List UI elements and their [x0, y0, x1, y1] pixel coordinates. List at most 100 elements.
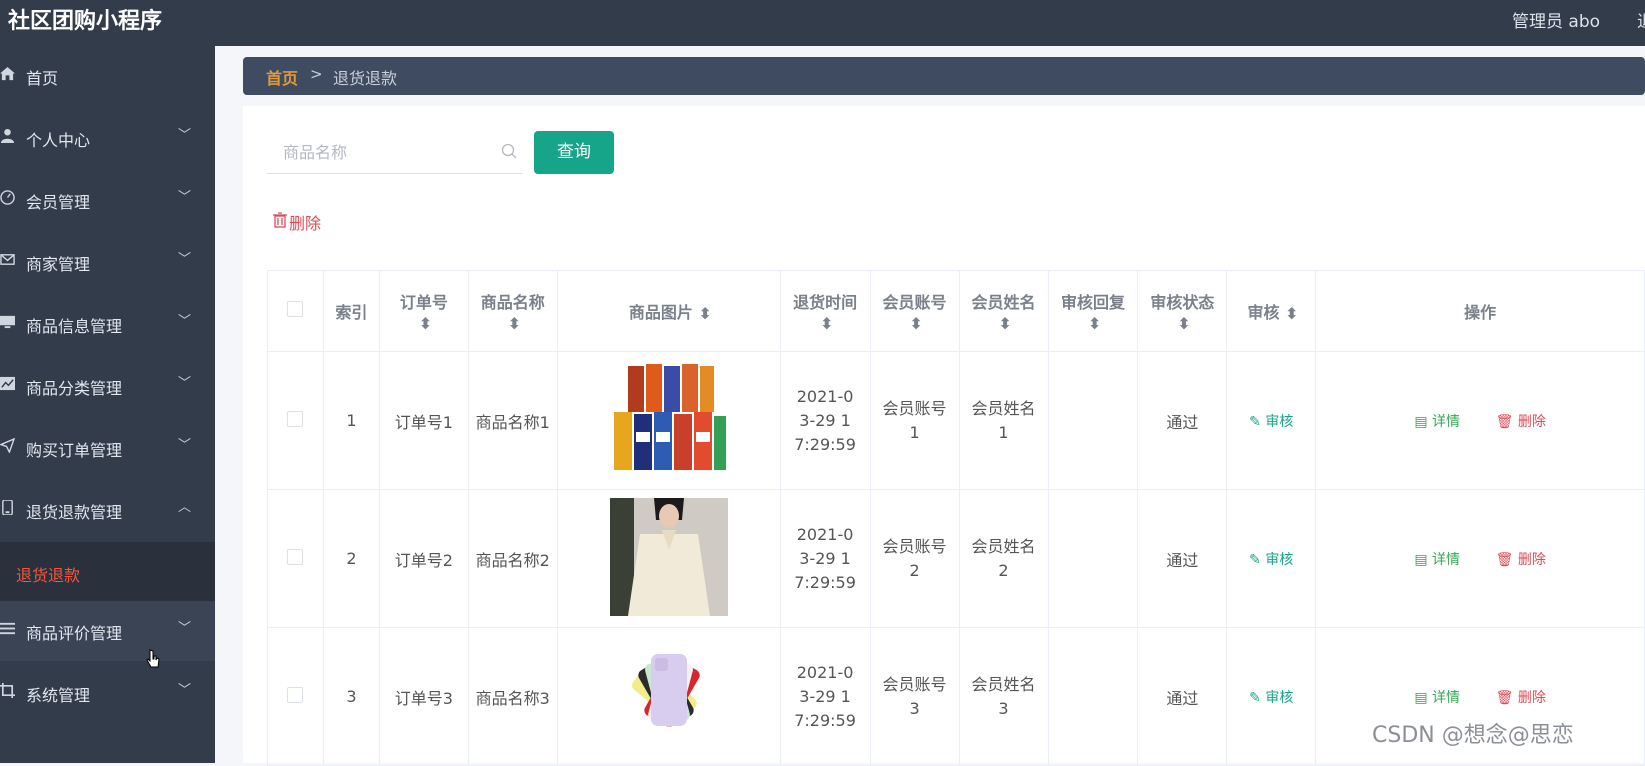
detail-button[interactable]: ▤ 详情 [1414, 414, 1460, 430]
top-bar: 社区团购小程序 管理员 abo 退 [0, 0, 1645, 46]
delete-button[interactable]: 🗑 删除 [1496, 414, 1546, 430]
cell-image [556, 627, 781, 766]
audit-button[interactable]: ✎ 审核 [1249, 552, 1293, 568]
product-image-snacks [610, 360, 728, 478]
refund-table: 索引 订单号 ⬍ 商品名称 ⬍ 商品图片 ⬍ 退货时间 ⬍ 会员账号 ⬍ 会员姓名 ⬍ 审… [267, 270, 1645, 766]
detail-label: 详情 [1432, 689, 1461, 706]
submenu-item-label: 退货退款 [16, 566, 81, 585]
watermark: CSDN @想念@思恋 [1372, 723, 1574, 748]
sidebar-item-label: 购买订单管理 [26, 441, 123, 460]
sidebar-item-product-category[interactable]: 商品分类管理 ﹀ [0, 356, 215, 416]
cell-account: 会员账号3 [869, 627, 960, 766]
trash-icon [273, 212, 289, 230]
sidebar-item-personal[interactable]: 个人中心 ﹀ [0, 108, 215, 168]
sidebar-item-home[interactable]: 首页 [0, 46, 215, 106]
header-order[interactable]: 订单号 ⬍ [378, 270, 469, 352]
header-reply[interactable]: 审核回复 ⬍ [1047, 270, 1139, 352]
sort-icon[interactable]: ⬍ [910, 314, 923, 333]
sidebar-item-orders[interactable]: 购买订单管理 ﹀ [0, 418, 215, 478]
chevron-down-icon: ﹀ [178, 683, 192, 698]
cell-audit: ✎ 审核 [1226, 351, 1317, 490]
submenu-item-refund[interactable]: 退货退款 [0, 542, 215, 602]
header-index: 索引 [322, 270, 380, 352]
header-name[interactable]: 商品名称 ⬍ [467, 270, 558, 352]
batch-delete-label: 删除 [289, 214, 322, 233]
sidebar-item-members[interactable]: 会员管理 ﹀ [0, 170, 215, 230]
sidebar-item-product-info[interactable]: 商品信息管理 ﹀ [0, 294, 215, 354]
admin-user[interactable]: 管理员 abo [1512, 7, 1600, 32]
trash-icon: 🗑 [1495, 551, 1514, 568]
account-text: 会员账号1 [882, 398, 947, 442]
content-panel: 查询 删除 索引 订单号 ⬍ 商品名称 ⬍ 商品图片 ⬍ 退货时间 ⬍ 会员账号 ⬍ 会… [243, 106, 1645, 766]
header-member[interactable]: 会员姓名 ⬍ [958, 270, 1049, 352]
sidebar-item-reviews[interactable]: 商品评价管理 ﹀ [0, 601, 215, 661]
sort-icon[interactable]: ⬍ [1177, 314, 1190, 333]
table-row[interactable]: 1 订单号1 商品名称1 2021-03-29 17:29:59 会员账号1 会… [267, 351, 1645, 490]
sort-icon[interactable]: ⬍ [1285, 304, 1298, 323]
sort-icon[interactable]: ⬍ [820, 314, 833, 333]
sort-icon[interactable]: ⬍ [999, 314, 1012, 333]
delete-button[interactable]: 🗑 删除 [1496, 690, 1546, 706]
row-checkbox[interactable] [287, 410, 304, 427]
header-audit[interactable]: 审核 ⬍ [1226, 270, 1317, 352]
header-image-label: 商品图片 [628, 303, 693, 322]
breadcrumb: 首页 > 退货退款 [243, 57, 1645, 95]
header-account[interactable]: 会员账号 ⬍ [869, 270, 960, 352]
cell-actions: ▤ 详情 🗑 删除 [1315, 351, 1645, 490]
cell-index: 2 [322, 489, 380, 628]
breadcrumb-current: 退货退款 [333, 69, 398, 88]
batch-delete-button[interactable]: 删除 [273, 210, 322, 234]
header-image[interactable]: 商品图片 ⬍ [556, 270, 781, 352]
user-icon [0, 128, 18, 148]
member-text: 会员姓名2 [971, 536, 1036, 580]
select-all-checkbox[interactable] [287, 301, 304, 317]
detail-label: 详情 [1432, 551, 1461, 568]
time-text: 2021-03-29 17:29:59 [794, 524, 856, 592]
header-select-all[interactable] [267, 270, 324, 352]
header-status-label: 审核状态 [1150, 293, 1215, 312]
header-time[interactable]: 退货时间 ⬍ [779, 270, 871, 352]
mail-icon [0, 252, 18, 272]
audit-button[interactable]: ✎ 审核 [1249, 414, 1293, 430]
time-text: 2021-03-29 17:29:59 [794, 386, 856, 454]
cell-name: 商品名称2 [467, 489, 558, 628]
delete-label: 删除 [1517, 551, 1546, 568]
sidebar-item-system[interactable]: 系统管理 ﹀ [0, 663, 215, 723]
cell-name: 商品名称1 [467, 351, 558, 490]
cell-reply [1047, 351, 1139, 490]
detail-label: 详情 [1432, 413, 1461, 430]
table-row[interactable]: 2 订单号2 商品名称2 2021-03-29 17:29:59 会员账号2 会… [267, 489, 1645, 628]
row-checkbox[interactable] [287, 686, 304, 703]
sidebar-item-label: 商品信息管理 [26, 317, 123, 336]
logout-link[interactable]: 退 [1637, 7, 1645, 32]
cell-account: 会员账号1 [869, 351, 960, 490]
detail-button[interactable]: ▤ 详情 [1414, 552, 1460, 568]
search-input[interactable] [267, 131, 497, 173]
query-button[interactable]: 查询 [534, 131, 614, 174]
header-account-label: 会员账号 [882, 293, 947, 312]
chevron-down-icon: ﹀ [178, 190, 192, 205]
sort-icon[interactable]: ⬍ [698, 304, 711, 323]
edit-icon: ✎ [1249, 413, 1261, 430]
cell-time: 2021-03-29 17:29:59 [779, 489, 871, 628]
chevron-down-icon: ﹀ [178, 438, 192, 453]
sort-icon[interactable]: ⬍ [508, 314, 521, 333]
header-status[interactable]: 审核状态 ⬍ [1137, 270, 1228, 352]
sidebar-item-merchants[interactable]: 商家管理 ﹀ [0, 232, 215, 292]
phone-icon [0, 499, 18, 520]
breadcrumb-home[interactable]: 首页 [266, 65, 298, 89]
sidebar-item-label: 系统管理 [26, 686, 91, 705]
audit-button[interactable]: ✎ 审核 [1249, 690, 1293, 706]
chevron-down-icon: ﹀ [178, 376, 192, 391]
cell-image [556, 489, 781, 628]
delete-button[interactable]: 🗑 删除 [1496, 552, 1546, 568]
account-text: 会员账号2 [882, 536, 947, 580]
sidebar-item-refunds[interactable]: 退货退款管理 ︿ [0, 480, 215, 540]
sort-icon[interactable]: ⬍ [419, 314, 432, 333]
sort-icon[interactable]: ⬍ [1088, 314, 1101, 333]
detail-button[interactable]: ▤ 详情 [1414, 690, 1460, 706]
row-checkbox[interactable] [287, 548, 304, 565]
search-icon[interactable] [501, 143, 517, 159]
cell-status: 通过 [1137, 489, 1228, 628]
table-header-row: 索引 订单号 ⬍ 商品名称 ⬍ 商品图片 ⬍ 退货时间 ⬍ 会员账号 ⬍ 会员姓名 ⬍ 审… [267, 270, 1645, 352]
